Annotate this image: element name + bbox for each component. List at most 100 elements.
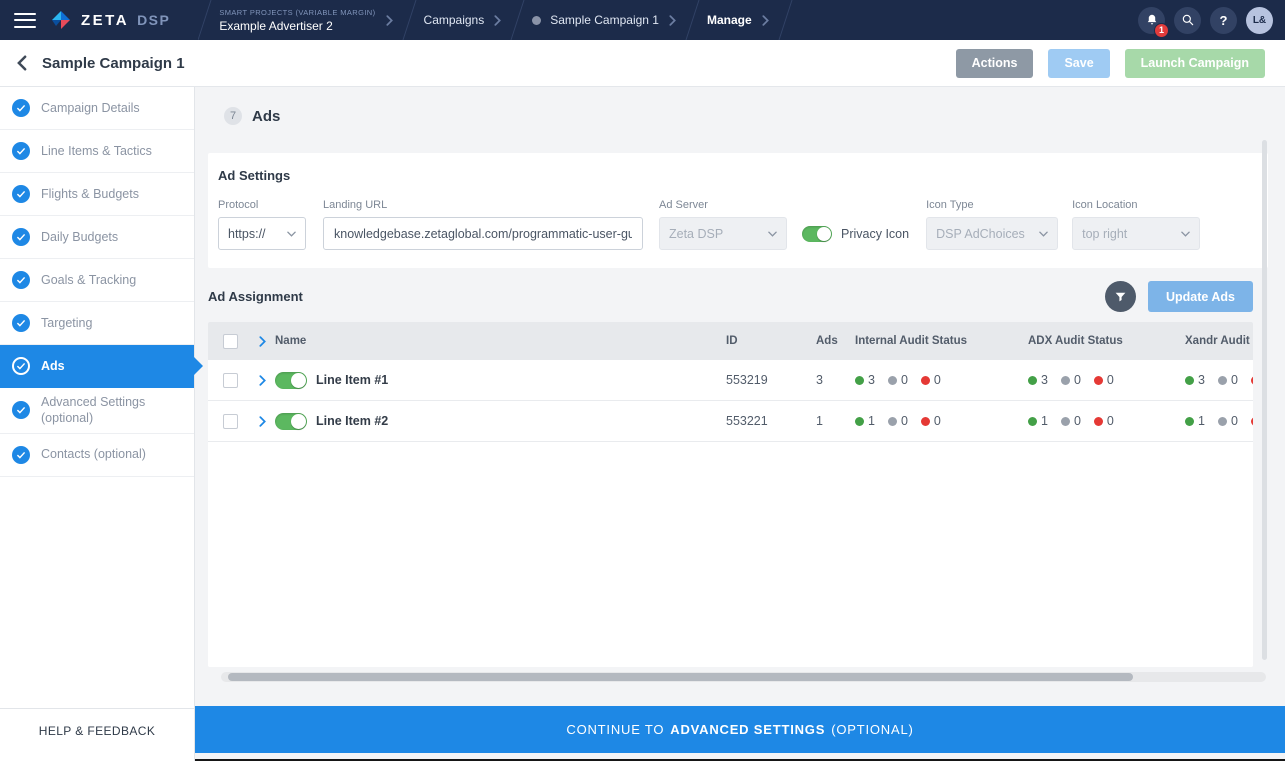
filter-button[interactable] — [1105, 281, 1136, 312]
status-dot-gray — [1061, 417, 1070, 426]
landing-url-input[interactable] — [323, 217, 643, 250]
sidebar-item-label: Advanced Settings (optional) — [41, 394, 184, 427]
check-circle-icon — [12, 314, 30, 332]
back-button[interactable] — [17, 55, 27, 71]
column-header-internal-audit: Internal Audit Status — [855, 335, 1028, 347]
continue-text-prefix: CONTINUE TO — [566, 722, 664, 737]
page-title: Sample Campaign 1 — [42, 55, 185, 72]
column-header-id: ID — [726, 335, 816, 347]
breadcrumb: SMART PROJECTS (VARIABLE MARGIN) Example… — [198, 0, 799, 40]
sidebar-item-contacts[interactable]: Contacts (optional) — [0, 434, 194, 477]
actions-button[interactable]: Actions — [956, 49, 1034, 78]
chevron-down-icon — [287, 231, 296, 237]
check-circle-icon — [12, 401, 30, 419]
campaign-steps-sidebar: Campaign Details Line Items & Tactics Fl… — [0, 87, 195, 761]
privacy-icon-toggle[interactable] — [802, 226, 832, 242]
status-dot-green — [1185, 417, 1194, 426]
avatar[interactable]: L& — [1246, 7, 1273, 34]
audit-status-xandr: 3 0 0 — [1185, 373, 1253, 387]
continue-footer[interactable]: CONTINUE TO ADVANCED SETTINGS (OPTIONAL) — [195, 706, 1285, 753]
notification-badge: 1 — [1154, 23, 1169, 38]
sidebar-item-ads[interactable]: Ads — [0, 345, 194, 388]
sidebar-item-targeting[interactable]: Targeting — [0, 302, 194, 345]
protocol-select[interactable]: https:// — [218, 217, 306, 250]
row-id: 553219 — [726, 373, 816, 387]
audit-status-internal: 1 0 0 — [855, 414, 1028, 428]
table-row[interactable]: Line Item #2 553221 1 1 0 0 1 0 0 — [208, 401, 1253, 442]
check-circle-icon — [12, 142, 30, 160]
status-dot-gray — [1218, 376, 1227, 385]
chevron-right-icon — [386, 15, 393, 26]
menu-icon[interactable] — [14, 13, 36, 28]
icon-type-label: Icon Type — [926, 199, 1058, 211]
line-item-toggle[interactable] — [275, 413, 307, 430]
help-feedback-link[interactable]: HELP & FEEDBACK — [0, 708, 194, 753]
sidebar-item-line-items-tactics[interactable]: Line Items & Tactics — [0, 130, 194, 173]
breadcrumb-divider — [778, 0, 792, 40]
sidebar-item-daily-budgets[interactable]: Daily Budgets — [0, 216, 194, 259]
save-button[interactable]: Save — [1048, 49, 1109, 78]
sidebar-item-label: Daily Budgets — [41, 229, 118, 245]
expand-row-icon[interactable] — [259, 375, 266, 386]
horizontal-scrollbar[interactable] — [221, 672, 1266, 682]
breadcrumb-manage[interactable]: Manage — [707, 13, 752, 27]
sidebar-item-label: Targeting — [41, 315, 92, 331]
expand-all-icon[interactable] — [259, 336, 266, 347]
app-root: ZETA DSP SMART PROJECTS (VARIABLE MARGIN… — [0, 0, 1285, 761]
ad-server-select[interactable]: Zeta DSP — [659, 217, 787, 250]
status-dot-green — [1028, 376, 1037, 385]
chevron-left-icon — [17, 55, 27, 71]
sidebar-item-campaign-details[interactable]: Campaign Details — [0, 87, 194, 130]
zeta-dsp-logo[interactable]: ZETA DSP — [49, 8, 170, 32]
page-step-heading: 7 Ads — [208, 107, 1285, 125]
select-all-checkbox[interactable] — [223, 334, 238, 349]
help-button[interactable]: ? — [1210, 7, 1237, 34]
row-ads-count: 3 — [816, 373, 855, 387]
sidebar-item-label: Campaign Details — [41, 100, 140, 116]
ad-settings-form: Protocol https:// Landing URL Ad Server — [218, 199, 1258, 250]
status-dot-gray — [888, 376, 897, 385]
horizontal-scrollbar-thumb[interactable] — [228, 673, 1133, 681]
ad-server-value: Zeta DSP — [669, 227, 723, 241]
audit-status-internal: 3 0 0 — [855, 373, 1028, 387]
ads-page-title: Ads — [252, 108, 280, 125]
vertical-scrollbar[interactable] — [1262, 140, 1267, 660]
icon-location-select[interactable]: top right — [1072, 217, 1200, 250]
chevron-right-icon — [494, 15, 501, 26]
sidebar-item-goals-tracking[interactable]: Goals & Tracking — [0, 259, 194, 302]
table-row[interactable]: Line Item #1 553219 3 3 0 0 3 0 0 — [208, 360, 1253, 401]
column-header-adx-audit: ADX Audit Status — [1028, 335, 1185, 347]
row-checkbox[interactable] — [223, 373, 238, 388]
line-item-toggle[interactable] — [275, 372, 307, 389]
campaign-label: Sample Campaign 1 — [550, 13, 659, 27]
status-dot-red — [921, 376, 930, 385]
audit-status-adx: 1 0 0 — [1028, 414, 1185, 428]
topbar-actions: 1 ? L& — [1138, 7, 1285, 34]
sidebar-item-flights-budgets[interactable]: Flights & Budgets — [0, 173, 194, 216]
privacy-icon-label: Privacy Icon — [841, 227, 909, 241]
sidebar-item-advanced-settings[interactable]: Advanced Settings (optional) — [0, 388, 194, 434]
icon-type-select[interactable]: DSP AdChoices — [926, 217, 1058, 250]
breadcrumb-campaign[interactable]: Sample Campaign 1 — [532, 13, 659, 27]
sidebar-item-label: Flights & Budgets — [41, 186, 139, 202]
row-id: 553221 — [726, 414, 816, 428]
landing-url-label: Landing URL — [323, 199, 643, 211]
protocol-value: https:// — [228, 227, 266, 241]
campaign-header: Sample Campaign 1 Actions Save Launch Ca… — [0, 40, 1285, 87]
status-dot-red — [1251, 376, 1253, 385]
expand-row-icon[interactable] — [259, 416, 266, 427]
status-dot-gray — [1218, 417, 1227, 426]
update-ads-button[interactable]: Update Ads — [1148, 281, 1253, 312]
launch-campaign-button[interactable]: Launch Campaign — [1125, 49, 1265, 78]
chevron-down-icon — [768, 231, 777, 237]
row-checkbox[interactable] — [223, 414, 238, 429]
search-button[interactable] — [1174, 7, 1201, 34]
icon-type-value: DSP AdChoices — [936, 227, 1025, 241]
continue-text-suffix: (OPTIONAL) — [831, 722, 913, 737]
toggle-knob — [291, 373, 306, 388]
breadcrumb-advertiser[interactable]: SMART PROJECTS (VARIABLE MARGIN) Example… — [219, 8, 375, 33]
ad-assignment-title: Ad Assignment — [208, 289, 303, 304]
breadcrumb-campaigns[interactable]: Campaigns — [424, 13, 485, 27]
check-circle-icon — [12, 99, 30, 117]
notifications-button[interactable]: 1 — [1138, 7, 1165, 34]
